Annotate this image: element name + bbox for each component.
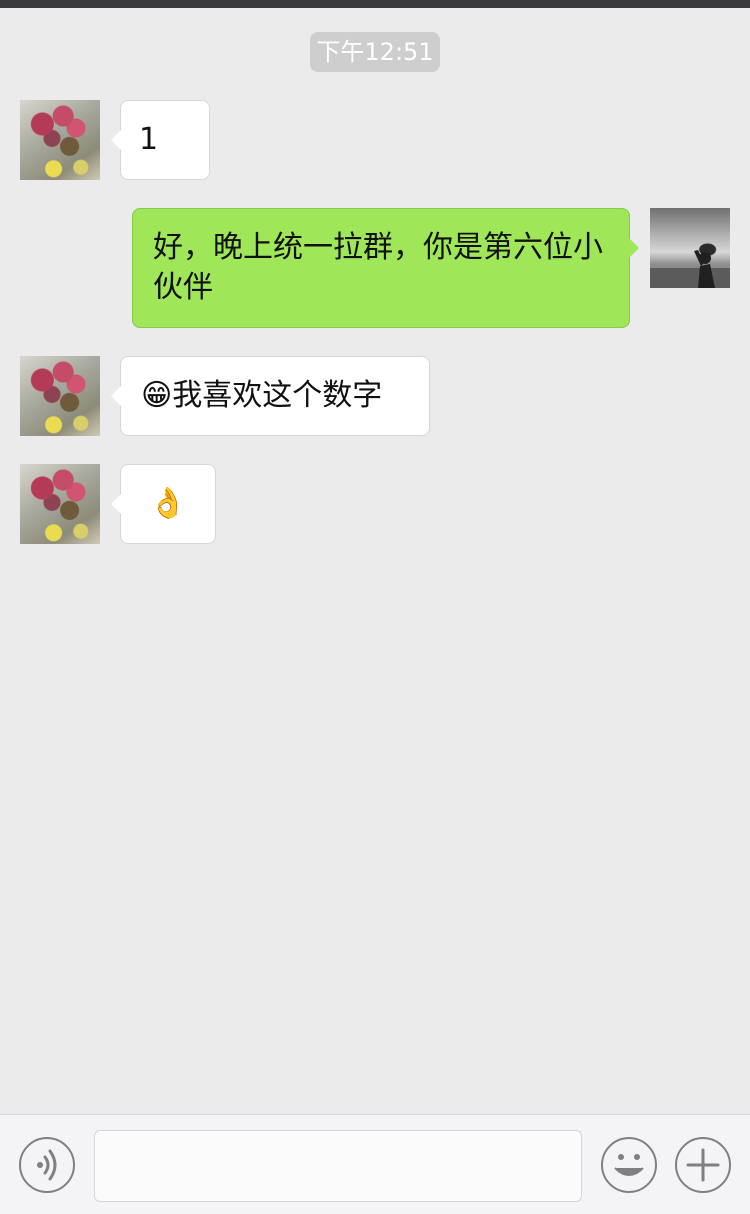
status-bar-strip [0,0,750,8]
contact-avatar[interactable] [20,464,100,544]
chat-input-bar [0,1114,750,1214]
incoming-message-bubble[interactable]: 😁我喜欢这个数字 [111,356,430,436]
voice-icon [37,1149,57,1181]
message-text: 1 [139,122,159,157]
message-text: 好，晚上统一拉群，你是第六位小伙伴 [153,230,603,305]
my-avatar[interactable] [650,208,730,288]
contact-avatar[interactable] [20,100,100,180]
message-input[interactable] [94,1130,582,1202]
emoji-button[interactable] [601,1137,657,1193]
incoming-message-bubble[interactable]: 👌 [111,464,216,544]
message-timestamp: 下午12:51 [310,32,440,72]
contact-avatar[interactable] [20,356,100,436]
voice-input-button[interactable] [19,1137,75,1193]
message-text: 我喜欢这个数字 [172,378,383,413]
smile-icon [614,1154,644,1176]
bubble-tail [111,494,121,514]
bubble-tail [111,386,121,406]
person-silhouette-icon [650,250,730,288]
bubble-tail [111,130,121,150]
bubble-tail [629,238,639,258]
outgoing-message-bubble[interactable]: 好，晚上统一拉群，你是第六位小伙伴 [132,208,639,328]
ok-hand-emoji: 👌 [149,486,187,521]
more-actions-button[interactable] [675,1137,731,1193]
plus-icon [686,1148,720,1182]
grinning-face-emoji: 😁 [141,378,173,413]
incoming-message-bubble[interactable]: 1 [111,100,210,180]
